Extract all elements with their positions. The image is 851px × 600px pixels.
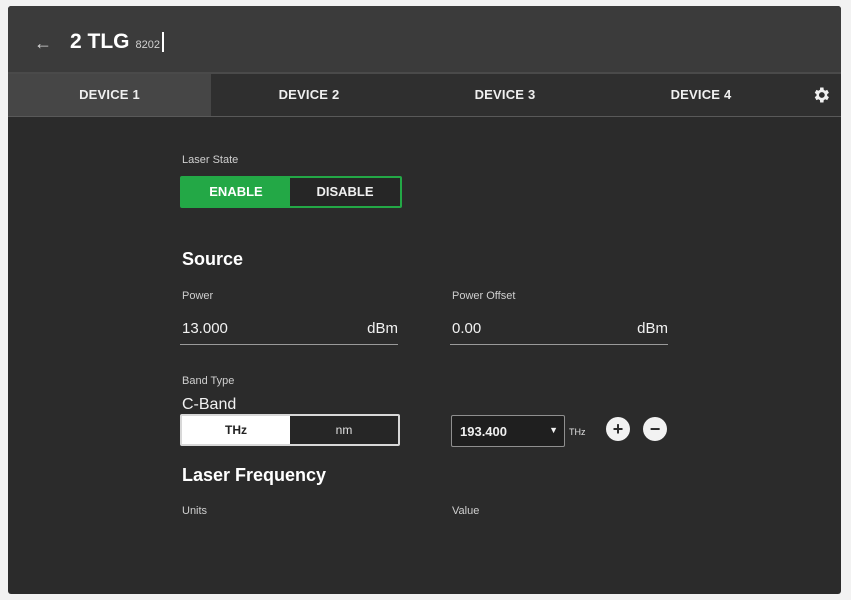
dropdown-arrow-icon: ▼ — [549, 425, 558, 435]
power-unit: dBm — [367, 320, 398, 337]
device-subtitle: 8202 — [135, 39, 160, 51]
units-toggle: THz nm — [180, 414, 400, 446]
frequency-value: 193.400 — [460, 424, 507, 439]
value-label: Value — [452, 505, 480, 517]
disable-button[interactable]: DISABLE — [290, 178, 400, 206]
title-bar: ← 2 TLG 8202 — [8, 6, 841, 74]
power-offset-field[interactable]: 0.00 dBm — [450, 314, 668, 345]
frequency-unit: THz — [569, 427, 586, 437]
laser-state-label: Laser State — [182, 154, 239, 166]
minus-circle-icon[interactable]: − — [643, 417, 667, 441]
power-field[interactable]: 13.000 dBm — [180, 314, 398, 345]
laser-frequency-heading: Laser Frequency — [182, 465, 327, 485]
power-value: 13.000 — [182, 320, 228, 337]
band-type-label: Band Type — [182, 375, 235, 387]
power-offset-label: Power Offset — [452, 290, 516, 302]
tab-device-1[interactable]: DEVICE 1 — [8, 74, 211, 116]
power-offset-value: 0.00 — [452, 320, 482, 337]
text-cursor — [162, 32, 164, 52]
tab-device-3[interactable]: DEVICE 3 — [407, 74, 603, 116]
gear-icon[interactable] — [811, 85, 831, 105]
tab-device-2[interactable]: DEVICE 2 — [211, 74, 407, 116]
nm-button[interactable]: nm — [290, 416, 398, 444]
power-label: Power — [182, 290, 214, 302]
device-title: 2 TLG — [70, 30, 130, 53]
enable-button[interactable]: ENABLE — [182, 178, 290, 206]
device-panel: Laser State ENABLE DISABLE Source Power … — [8, 118, 841, 594]
frequency-select[interactable]: 193.400 ▼ — [451, 415, 565, 447]
plus-circle-icon[interactable]: + — [606, 417, 630, 441]
units-label: Units — [182, 505, 208, 517]
band-type-value: C-Band — [182, 396, 237, 413]
power-offset-unit: dBm — [637, 320, 668, 337]
source-heading: Source — [182, 249, 244, 269]
arrow-left-icon[interactable]: ← — [34, 34, 52, 52]
device-tabs: DEVICE 1 DEVICE 2 DEVICE 3 DEVICE 4 — [8, 74, 841, 117]
app-window: ← 2 TLG 8202 DEVICE 1 DEVICE 2 DEVICE 3 D… — [8, 6, 841, 594]
thz-button[interactable]: THz — [182, 416, 290, 444]
tab-device-4[interactable]: DEVICE 4 — [603, 74, 799, 116]
laser-state-toggle: ENABLE DISABLE — [180, 176, 402, 208]
page-title: 2 TLG 8202 — [70, 30, 164, 54]
